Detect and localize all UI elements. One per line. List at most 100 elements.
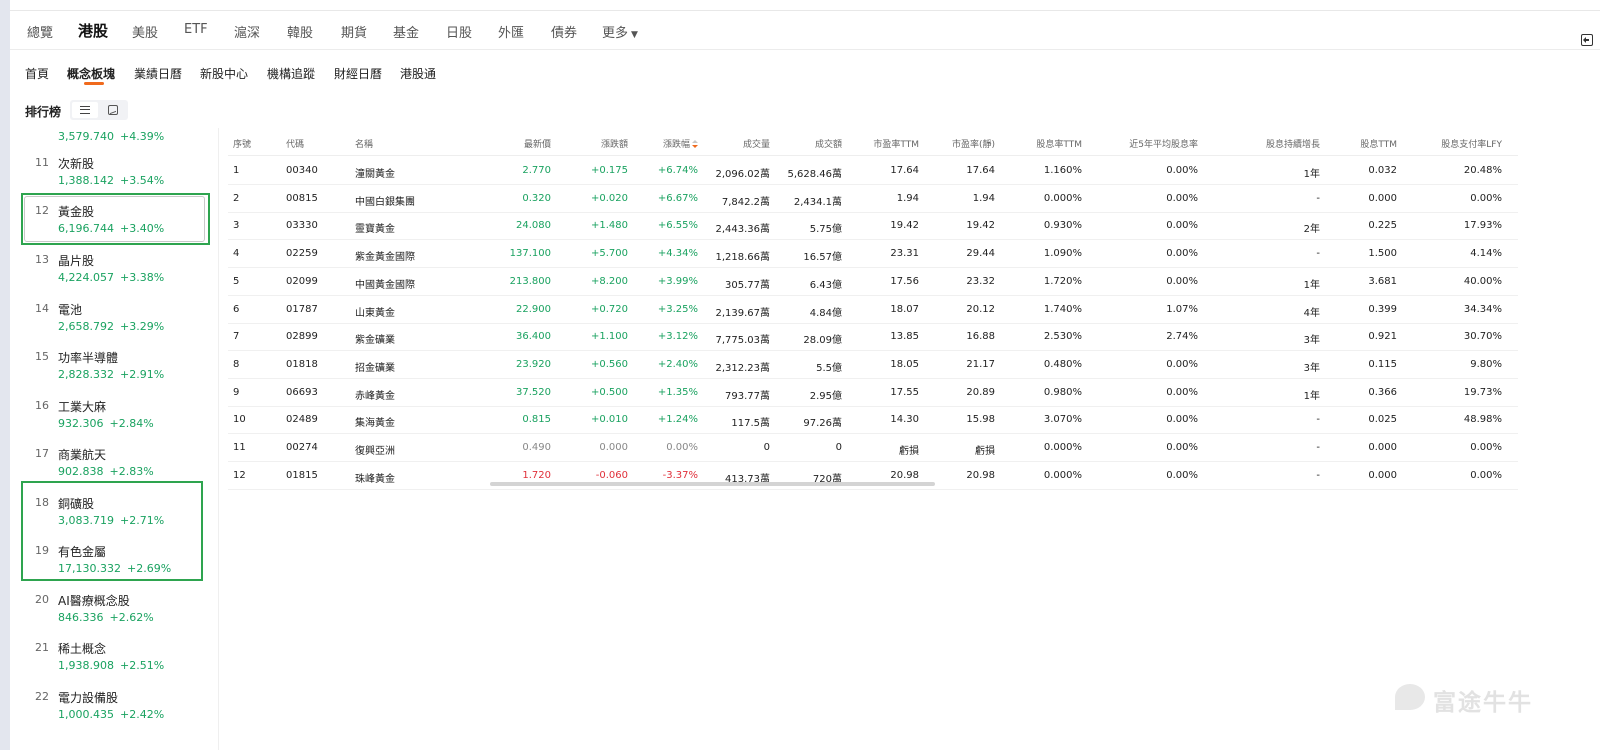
cell-dividend-growth: 4年: [1303, 307, 1320, 319]
table-row[interactable]: 3 03330 靈寶黃金 24.080 +1.480 +6.55% 2,443.36萬 5.7…: [228, 212, 1518, 241]
col-header-last-price[interactable]: 最新價: [480, 137, 551, 150]
table-row[interactable]: 2 00815 中國白銀集團 0.320 +0.020 +6.67% 7,842.2萬 2,4…: [228, 185, 1518, 213]
table-row[interactable]: 7 02899 紫金礦業 36.400 +1.100 +3.12% 7,775.03萬 28.…: [228, 323, 1518, 352]
cell-code[interactable]: 06693: [286, 387, 318, 398]
subtab-earnings-calendar[interactable]: 業績日曆: [134, 65, 182, 82]
cell-turnover: 5.75億: [809, 224, 842, 236]
col-header-turnover[interactable]: 成交額: [772, 137, 842, 150]
col-header-volume[interactable]: 成交量: [700, 137, 770, 150]
cell-name[interactable]: 紫金礦業: [355, 331, 395, 346]
table-row[interactable]: 4 02259 紫金黃金國際 137.100 +5.700 +4.34% 1,218.66萬…: [228, 240, 1518, 269]
cell-code[interactable]: 00340: [286, 165, 318, 176]
col-header-name[interactable]: 名稱: [355, 137, 373, 150]
tab-futures[interactable]: 期貨: [341, 22, 367, 41]
tab-us-stocks[interactable]: 美股: [132, 22, 158, 41]
cell-name[interactable]: 珠峰黃金: [355, 470, 395, 485]
table-row[interactable]: 10 02489 集海黃金 0.815 +0.010 +1.24% 117.5萬 97.26萬…: [228, 406, 1518, 435]
cell-code[interactable]: 00274: [286, 442, 318, 453]
col-header-change-pct[interactable]: 漲跌幅: [620, 137, 698, 150]
cell-code[interactable]: 03330: [286, 220, 318, 231]
subtab-ipo-center[interactable]: 新股中心: [200, 65, 248, 82]
cell-change-pct: +6.55%: [657, 220, 698, 232]
cell-pe-static: 19.42: [966, 220, 995, 232]
subtab-institution-tracking[interactable]: 機構追蹤: [267, 65, 315, 82]
cell-name[interactable]: 靈寶黃金: [355, 220, 395, 235]
subtab-home[interactable]: 首頁: [25, 65, 49, 82]
table-row[interactable]: 11 00274 復興亞洲 0.490 0.000 0.00% 0 0 虧損 虧損 0.000% 0.…: [228, 434, 1518, 462]
tab-more[interactable]: 更多 ▼: [602, 22, 638, 41]
cell-name[interactable]: 復興亞洲: [355, 442, 395, 457]
table-row[interactable]: 1 00340 潼關黃金 2.770 +0.175 +6.74% 2,096.02萬 5,62…: [228, 157, 1518, 185]
list-item[interactable]: 13 晶片股 4,224.057 +3.38%: [10, 245, 218, 293]
sector-name: 工業大麻: [58, 400, 107, 414]
cell-dividend-yield: 1.160%: [1043, 165, 1082, 176]
cell-dividend-ttm: 0.366: [1368, 386, 1397, 398]
list-item[interactable]: 11 次新股 1,388.142 +3.54%: [10, 148, 218, 196]
col-header-dividend-yield[interactable]: 股息率TTM: [1000, 137, 1082, 150]
list-item[interactable]: 20 AI醫療概念股 846.336 +2.62%: [10, 585, 218, 633]
cell-name[interactable]: 潼關黃金: [355, 165, 395, 180]
cell-change-pct: +4.34%: [657, 248, 698, 260]
list-item[interactable]: 15 功率半導體 2,828.332 +2.91%: [10, 342, 218, 390]
tab-overview[interactable]: 總覽: [27, 22, 53, 41]
cell-name[interactable]: 中國白銀集團: [355, 193, 415, 208]
cell-code[interactable]: 01815: [286, 470, 318, 481]
cell-payout-ratio: 30.70%: [1463, 331, 1502, 343]
col-header-code[interactable]: 代碼: [286, 137, 304, 150]
cell-code[interactable]: 02899: [286, 331, 318, 342]
col-header-change[interactable]: 漲跌額: [560, 137, 628, 150]
list-item[interactable]: 21 稀土概念 1,938.908 +2.51%: [10, 633, 218, 681]
col-header-pe-ttm[interactable]: 市盈率TTM: [845, 137, 919, 150]
tab-kr-stocks[interactable]: 韓股: [287, 22, 313, 41]
cell-index: 8: [233, 358, 240, 370]
col-header-5y-avg-yield[interactable]: 近5年平均股息率: [1090, 137, 1198, 150]
cell-name[interactable]: 紫金黃金國際: [355, 248, 415, 263]
caret-down-icon: ▼: [631, 30, 638, 40]
list-item[interactable]: 16 工業大麻 932.306 +2.84%: [10, 391, 218, 439]
list-item[interactable]: 14 電池 2,658.792 +3.29%: [10, 294, 218, 342]
tab-sh-sz[interactable]: 滬深: [234, 22, 260, 41]
horizontal-scrollbar[interactable]: [490, 482, 935, 486]
tab-funds[interactable]: 基金: [393, 22, 419, 41]
cell-name[interactable]: 集海黃金: [355, 414, 395, 429]
tab-etf[interactable]: ETF: [184, 22, 208, 37]
cell-code[interactable]: 01818: [286, 359, 318, 370]
cell-payout-ratio: 9.80%: [1470, 358, 1502, 370]
subtab-stock-connect[interactable]: 港股通: [400, 65, 436, 82]
subtab-concept-sectors[interactable]: 概念板塊: [67, 65, 115, 82]
cell-dividend-yield: 2.530%: [1043, 331, 1082, 343]
list-view-button[interactable]: [72, 102, 98, 118]
table-row[interactable]: 9 06693 赤峰黃金 37.520 +0.500 +1.35% 793.77萬 2.95億…: [228, 379, 1518, 407]
sort-icon: [692, 140, 698, 149]
table-row[interactable]: 5 02099 中國黃金國際 213.800 +8.200 +3.99% 305.77萬 6.…: [228, 268, 1518, 296]
table-row[interactable]: 6 01787 山東黃金 22.900 +0.720 +3.25% 2,139.67萬 4.8…: [228, 296, 1518, 324]
col-header-pe-static[interactable]: 市盈率(靜): [921, 137, 995, 150]
col-header-payout-ratio[interactable]: 股息支付率LFY: [1410, 137, 1502, 150]
cell-name[interactable]: 赤峰黃金: [355, 387, 395, 402]
active-tab-underline: [84, 82, 104, 85]
cell-code[interactable]: 02099: [286, 276, 318, 287]
col-header-index[interactable]: 序號: [233, 137, 251, 150]
cell-name[interactable]: 山東黃金: [355, 304, 395, 319]
subtab-finance-calendar[interactable]: 財經日曆: [334, 65, 382, 82]
cell-name[interactable]: 中國黃金國際: [355, 276, 415, 291]
tab-hk-stocks[interactable]: 港股: [78, 20, 108, 41]
cell-5y-avg-yield: 0.00%: [1166, 386, 1198, 398]
tab-jp-stocks[interactable]: 日股: [446, 22, 472, 41]
col-header-dividend-ttm[interactable]: 股息TTM: [1330, 137, 1397, 150]
cell-index: 6: [233, 303, 240, 315]
cell-code[interactable]: 02489: [286, 414, 318, 425]
chart-view-button[interactable]: [100, 102, 126, 118]
tab-bonds[interactable]: 債券: [551, 22, 577, 41]
list-item[interactable]: 22 電力設備股 1,000.435 +2.42%: [10, 682, 218, 730]
col-header-dividend-growth[interactable]: 股息持續增長: [1220, 137, 1320, 150]
watermark-text: 富途牛牛: [1433, 690, 1533, 716]
cell-code[interactable]: 02259: [286, 248, 318, 259]
table-row[interactable]: 8 01818 招金礦業 23.920 +0.560 +2.40% 2,312.23萬 5.5…: [228, 351, 1518, 379]
collapse-icon[interactable]: [1581, 34, 1593, 46]
tab-forex[interactable]: 外匯: [498, 22, 524, 41]
cell-name[interactable]: 招金礦業: [355, 359, 395, 374]
list-item[interactable]: 17 商業航天 902.838 +2.83%: [10, 439, 218, 487]
cell-code[interactable]: 01787: [286, 304, 318, 315]
cell-code[interactable]: 00815: [286, 193, 318, 204]
